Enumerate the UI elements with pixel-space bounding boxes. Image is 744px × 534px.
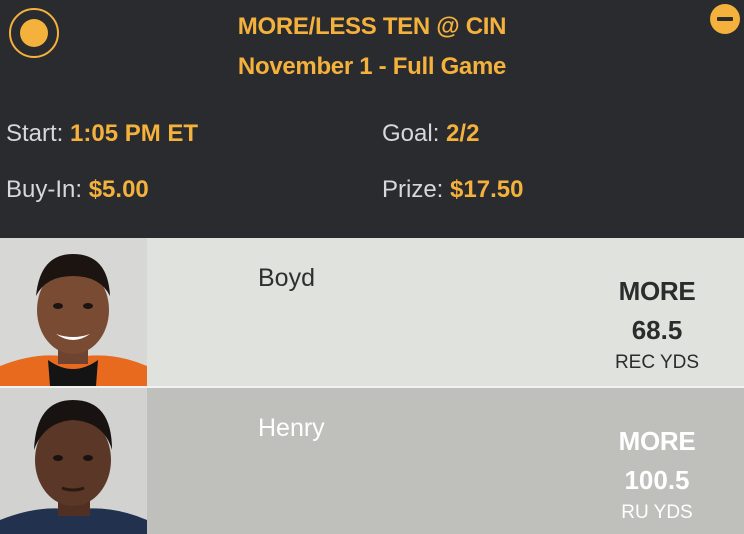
buy-in-info: Buy-In: $5.00 bbox=[6, 176, 149, 204]
prize-value: $17.50 bbox=[450, 176, 524, 203]
player-photo-henry bbox=[0, 388, 147, 534]
pick-stat: RU YDS bbox=[621, 502, 693, 523]
start-value: 1:05 PM ET bbox=[70, 120, 199, 147]
contest-title: MORE/LESS TEN @ CIN bbox=[237, 13, 507, 40]
goal-label: Goal: bbox=[382, 120, 440, 147]
pick-row-henry[interactable]: Henry MORE 100.5 RU YDS bbox=[0, 388, 744, 534]
player-photo-boyd bbox=[0, 238, 147, 386]
pick-choice: MORE bbox=[618, 426, 696, 456]
contest-header: MORE/LESS TEN @ CIN November 1 - Full Ga… bbox=[0, 0, 744, 235]
pick-stat: REC YDS bbox=[614, 352, 700, 373]
buy-in-value: $5.00 bbox=[88, 176, 149, 203]
contest-subtitle: November 1 - Full Game bbox=[237, 53, 507, 80]
pick-row-boyd[interactable]: Boyd MORE 68.5 REC YDS bbox=[0, 238, 744, 386]
pick-choice: MORE bbox=[618, 276, 696, 306]
buy-in-label: Buy-In: bbox=[6, 176, 83, 203]
prize-info: Prize: $17.50 bbox=[382, 176, 523, 204]
player-name: Boyd bbox=[258, 264, 315, 292]
prize-label: Prize: bbox=[382, 176, 444, 203]
pick-line: 100.5 bbox=[624, 465, 690, 495]
start-info: Start: 1:05 PM ET bbox=[6, 120, 198, 148]
pick-details: MORE 68.5 REC YDS bbox=[572, 238, 742, 374]
goal-value: 2/2 bbox=[446, 120, 480, 147]
start-label: Start: bbox=[6, 120, 64, 147]
player-name: Henry bbox=[258, 414, 325, 442]
pick-details: MORE 100.5 RU YDS bbox=[572, 388, 742, 524]
goal-info: Goal: 2/2 bbox=[382, 120, 479, 148]
pick-line: 68.5 bbox=[631, 315, 683, 345]
